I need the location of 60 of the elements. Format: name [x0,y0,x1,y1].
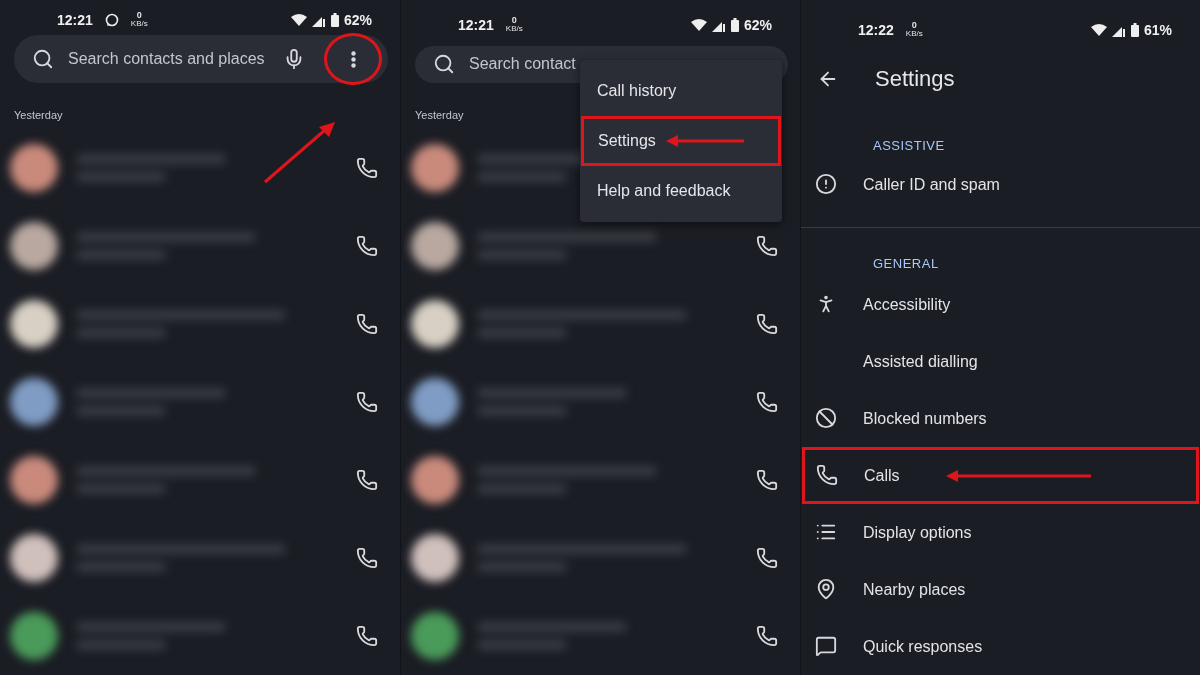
phone-icon[interactable] [356,547,378,569]
more-vertical-icon [350,50,356,68]
status-time: 12:21 [57,11,93,28]
battery-icon [730,17,739,32]
settings-option[interactable]: Accessibility [801,276,1200,333]
search-icon [32,48,54,70]
menu-item[interactable]: Call history [580,66,782,116]
phone-icon[interactable] [756,235,778,257]
phone-icon[interactable] [356,313,378,335]
wifi-icon [1090,23,1107,36]
search-field[interactable]: Search contacts and places [14,35,388,83]
section-header: ASSISTIVE [873,138,946,155]
phone-icon[interactable] [356,157,378,179]
phone-icon[interactable] [756,469,778,491]
section-header: Yesterday [415,109,465,121]
section-header: Yesterday [14,109,64,121]
menu-item[interactable]: Help and feedback [580,166,782,216]
settings-option[interactable]: Calls [802,447,1199,504]
chat-bubble-icon [104,12,119,27]
data-speed-value: 0 [511,16,517,26]
settings-option[interactable]: Quick responses [801,618,1200,675]
settings-option[interactable]: Display options [801,504,1200,561]
section-header: GENERAL [873,256,940,273]
page-title: Settings [875,65,955,92]
phone-icon[interactable] [356,235,378,257]
phone-icon [816,463,838,486]
data-speed-unit: KB/s [505,25,523,34]
data-speed-value: 0 [911,21,917,31]
search-placeholder: Search contacts and places [68,50,265,68]
menu-item[interactable]: Settings [581,116,781,166]
battery-percent: 62% [343,11,372,28]
phone-icon[interactable] [756,391,778,413]
settings-option[interactable]: Assisted dialling [801,333,1200,390]
battery-icon [1130,22,1139,37]
data-speed-value: 0 [136,11,142,20]
phone-icon[interactable] [356,625,378,647]
search-icon [433,53,455,76]
phone-icon[interactable] [356,391,378,413]
battery-percent: 61% [1143,21,1172,38]
status-time: 12:22 [858,21,894,38]
search-placeholder: Search contact [469,55,576,74]
alert-icon [815,172,837,195]
wifi-icon [290,13,307,26]
phone-icon[interactable] [756,625,778,647]
more-options-button[interactable] [324,33,382,85]
settings-option[interactable]: Nearby places [801,561,1200,618]
message-icon [815,634,837,657]
data-speed-unit: KB/s [905,30,923,39]
location-pin-icon [815,577,837,600]
data-speed-unit: KB/s [130,20,148,28]
wifi-icon [690,18,707,31]
phone-icon[interactable] [756,547,778,569]
block-icon [815,406,837,429]
status-time: 12:21 [458,16,494,33]
phone-icon[interactable] [756,313,778,335]
phone-icon[interactable] [356,469,378,491]
settings-option[interactable]: Blocked numbers [801,390,1200,447]
settings-option[interactable]: Caller ID and spam [801,156,1200,214]
battery-percent: 62% [743,16,772,33]
battery-icon [330,12,339,27]
